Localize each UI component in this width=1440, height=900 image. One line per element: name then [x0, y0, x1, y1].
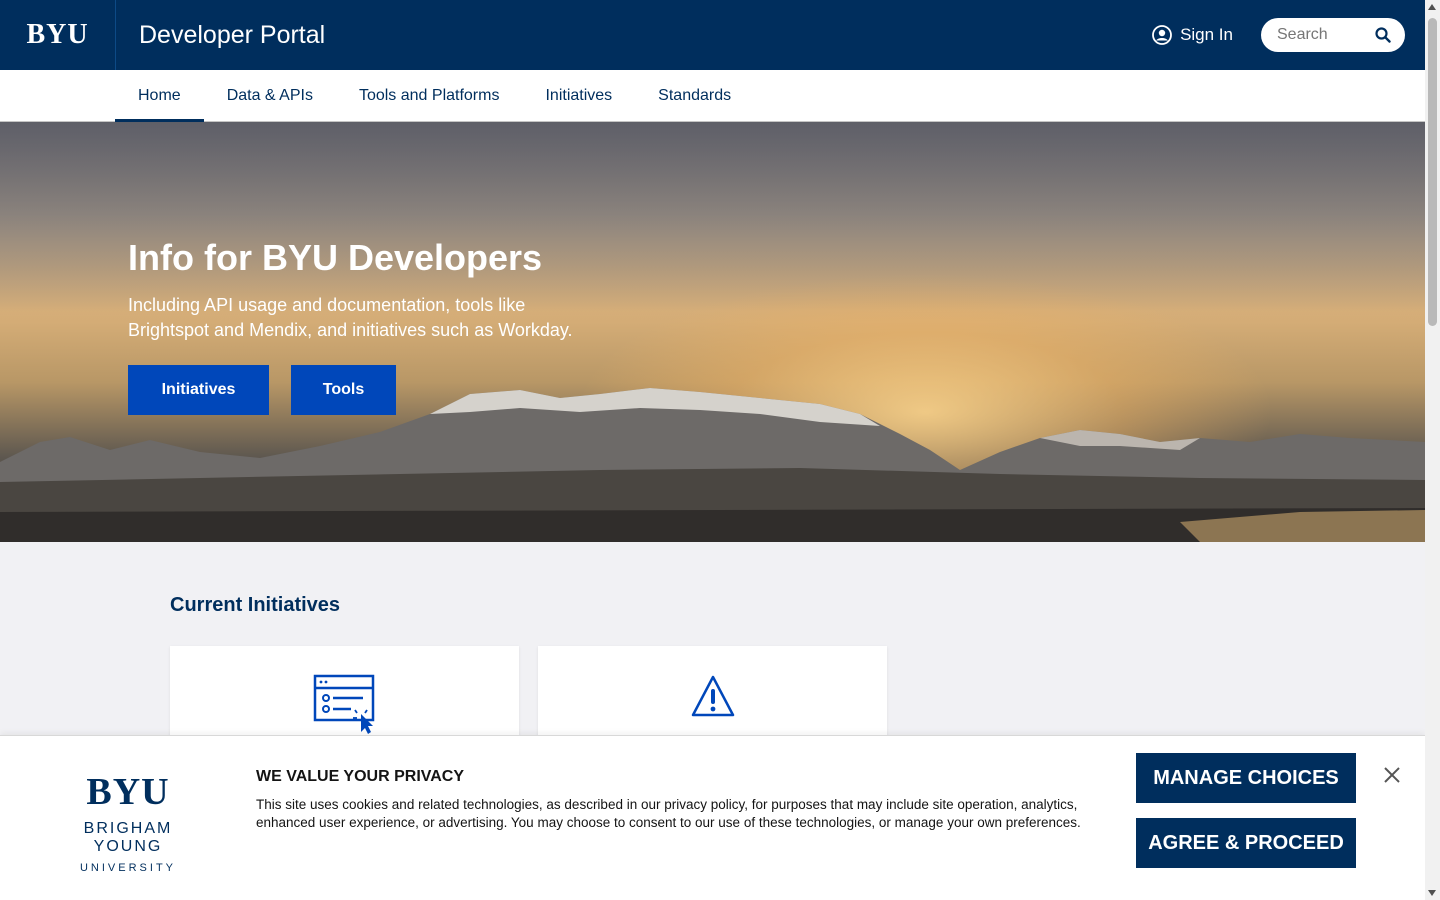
user-circle-icon [1152, 25, 1172, 45]
privacy-body: This site uses cookies and related techn… [256, 797, 1081, 830]
initiatives-button[interactable]: Initiatives [128, 365, 269, 415]
site-header: BYU Developer Portal Sign In [0, 0, 1425, 70]
section-title-initiatives: Current Initiatives [170, 594, 341, 616]
hero-content: Info for BYU Developers Including API us… [128, 237, 598, 415]
privacy-banner: BYU BRIGHAM YOUNG UNIVERSITY WE VALUE YO… [0, 735, 1425, 900]
privacy-text: WE VALUE YOUR PRIVACY This site uses coo… [256, 768, 1096, 832]
nav-home[interactable]: Home [115, 70, 204, 122]
nav-data-apis[interactable]: Data & APIs [204, 70, 336, 122]
manage-choices-button[interactable]: MANAGE CHOICES [1136, 753, 1356, 803]
page-scrollbar[interactable] [1425, 0, 1440, 900]
header-actions: Sign In [1152, 18, 1425, 52]
byu-wordmark: BYU BRIGHAM YOUNG UNIVERSITY [48, 771, 208, 874]
tools-button[interactable]: Tools [291, 365, 396, 415]
search-box[interactable] [1261, 18, 1405, 52]
scrollbar-thumb[interactable] [1428, 18, 1437, 326]
privacy-title: WE VALUE YOUR PRIVACY [256, 768, 465, 785]
byu-logo[interactable]: BYU [0, 0, 116, 70]
sign-in-label: Sign In [1180, 25, 1233, 44]
wordmark-line2: UNIVERSITY [79, 862, 176, 874]
byu-logo-mark: BYU [86, 771, 170, 813]
scroll-up-arrow-icon[interactable] [1428, 4, 1436, 10]
hero-banner: Info for BYU Developers Including API us… [0, 122, 1425, 542]
close-icon[interactable] [1383, 766, 1401, 789]
nav-initiatives[interactable]: Initiatives [522, 70, 635, 122]
hero-subtitle: Including API usage and documentation, t… [128, 295, 573, 340]
hero-title: Info for BYU Developers [128, 237, 543, 278]
search-icon[interactable] [1375, 27, 1391, 43]
hero-buttons: Initiatives Tools [128, 365, 598, 415]
scroll-down-arrow-icon[interactable] [1428, 890, 1436, 896]
nav-standards[interactable]: Standards [635, 70, 754, 122]
search-input[interactable] [1277, 26, 1367, 44]
main-nav: Home Data & APIs Tools and Platforms Ini… [0, 70, 1425, 122]
sign-in-link[interactable]: Sign In [1152, 25, 1233, 45]
agree-proceed-button[interactable]: AGREE & PROCEED [1136, 818, 1356, 868]
nav-tools-platforms[interactable]: Tools and Platforms [336, 70, 523, 122]
site-title[interactable]: Developer Portal [139, 21, 325, 50]
wordmark-line1: BRIGHAM YOUNG [83, 820, 173, 855]
